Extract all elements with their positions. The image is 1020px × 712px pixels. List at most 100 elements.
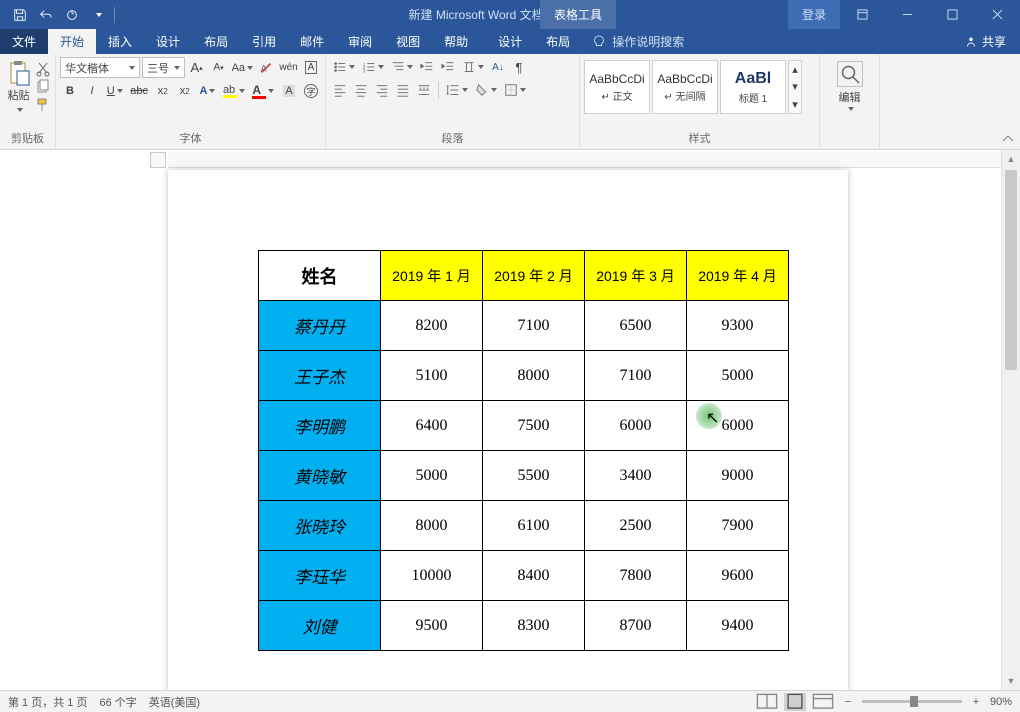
cell-value[interactable]: 6000 <box>585 401 687 451</box>
cell-name[interactable]: 李明鹏 <box>259 401 381 451</box>
bold-button[interactable]: B <box>60 81 80 101</box>
qat-dropdown-icon[interactable] <box>86 3 110 27</box>
tell-me-search[interactable]: 操作说明搜索 <box>582 29 694 54</box>
align-right-icon[interactable] <box>372 80 392 100</box>
vertical-scrollbar[interactable]: ▲ ▼ <box>1001 150 1020 690</box>
cell-value[interactable]: 6400 <box>381 401 483 451</box>
cell-value[interactable]: 8000 <box>381 501 483 551</box>
cell-name[interactable]: 黄晓敏 <box>259 451 381 501</box>
header-month[interactable]: 2019 年 1 月 <box>381 251 483 301</box>
cell-value[interactable]: 6500 <box>585 301 687 351</box>
tab-selector[interactable] <box>150 152 166 168</box>
cell-value[interactable]: 8400 <box>483 551 585 601</box>
horizontal-ruler[interactable] <box>168 152 1001 168</box>
tab-insert[interactable]: 插入 <box>96 29 144 54</box>
table-row[interactable]: 蔡丹丹8200710065009300 <box>259 301 789 351</box>
increase-indent-icon[interactable] <box>438 57 458 77</box>
cell-value[interactable]: 9600 <box>687 551 789 601</box>
data-table[interactable]: 姓名2019 年 1 月2019 年 2 月2019 年 3 月2019 年 4… <box>258 250 789 651</box>
cell-value[interactable]: 8200 <box>381 301 483 351</box>
decrease-indent-icon[interactable] <box>417 57 437 77</box>
cell-value[interactable]: 5000 <box>381 451 483 501</box>
font-name-combo[interactable]: 华文楷体 <box>60 57 140 78</box>
cell-value[interactable]: 2500 <box>585 501 687 551</box>
find-icon[interactable] <box>837 61 863 87</box>
table-row[interactable]: 李明鹏6400750060006000 <box>259 401 789 451</box>
align-justify-icon[interactable] <box>393 80 413 100</box>
cell-value[interactable]: 7100 <box>585 351 687 401</box>
scroll-up-icon[interactable]: ▴ <box>789 61 801 78</box>
char-shading-icon[interactable]: A <box>279 81 299 101</box>
clear-format-icon[interactable]: A <box>256 58 276 78</box>
cell-value[interactable]: 8000 <box>483 351 585 401</box>
ribbon-options-icon[interactable] <box>840 0 885 29</box>
language-indicator[interactable]: 英语(美国) <box>149 694 200 710</box>
read-mode-icon[interactable] <box>756 693 778 711</box>
cell-value[interactable]: 9500 <box>381 601 483 651</box>
style-heading1[interactable]: AaBl标题 1 <box>720 60 786 114</box>
styles-scroll[interactable]: ▴▾▾ <box>788 60 802 114</box>
cell-value[interactable]: 9300 <box>687 301 789 351</box>
text-direction-icon[interactable] <box>459 57 487 77</box>
header-month[interactable]: 2019 年 2 月 <box>483 251 585 301</box>
bullets-icon[interactable] <box>330 57 358 77</box>
tab-home[interactable]: 开始 <box>48 29 96 54</box>
line-spacing-icon[interactable] <box>443 80 471 100</box>
document-area[interactable]: 姓名2019 年 1 月2019 年 2 月2019 年 3 月2019 年 4… <box>0 150 1001 690</box>
minimize-icon[interactable] <box>885 0 930 29</box>
cell-value[interactable]: 5000 <box>687 351 789 401</box>
header-name[interactable]: 姓名 <box>259 251 381 301</box>
font-color-icon[interactable]: A <box>250 81 277 101</box>
login-button[interactable]: 登录 <box>788 0 840 29</box>
cell-value[interactable]: 9000 <box>687 451 789 501</box>
strike-button[interactable]: abc <box>128 81 151 101</box>
close-icon[interactable] <box>975 0 1020 29</box>
zoom-level[interactable]: 90% <box>990 696 1012 708</box>
format-painter-icon[interactable] <box>35 97 51 113</box>
zoom-in-button[interactable]: + <box>968 696 984 708</box>
editing-dropdown-icon[interactable] <box>848 107 854 111</box>
highlight-icon[interactable]: ab <box>220 81 247 101</box>
subscript-button[interactable]: x2 <box>153 81 173 101</box>
tab-table-layout[interactable]: 布局 <box>534 29 582 54</box>
page-indicator[interactable]: 第 1 页，共 1 页 <box>8 694 87 710</box>
header-month[interactable]: 2019 年 3 月 <box>585 251 687 301</box>
cell-value[interactable]: 7900 <box>687 501 789 551</box>
cell-name[interactable]: 蔡丹丹 <box>259 301 381 351</box>
cell-value[interactable]: 5100 <box>381 351 483 401</box>
font-size-combo[interactable]: 三号 <box>142 57 185 78</box>
cell-value[interactable]: 5500 <box>483 451 585 501</box>
style-no-spacing[interactable]: AaBbCcDi↵ 无间隔 <box>652 60 718 114</box>
zoom-slider[interactable] <box>862 700 962 703</box>
phonetic-guide-icon[interactable]: wén <box>278 58 299 78</box>
cell-value[interactable]: 8300 <box>483 601 585 651</box>
expand-gallery-icon[interactable]: ▾ <box>789 96 801 113</box>
multilevel-list-icon[interactable] <box>388 57 416 77</box>
cell-value[interactable]: 7500 <box>483 401 585 451</box>
collapse-ribbon-icon[interactable] <box>1000 131 1016 147</box>
web-layout-icon[interactable] <box>812 693 834 711</box>
header-month[interactable]: 2019 年 4 月 <box>687 251 789 301</box>
cut-icon[interactable] <box>35 61 51 77</box>
share-button[interactable]: 共享 <box>950 29 1020 54</box>
table-row[interactable]: 王子杰5100800071005000 <box>259 351 789 401</box>
tab-design[interactable]: 设计 <box>144 29 192 54</box>
tab-references[interactable]: 引用 <box>240 29 288 54</box>
cell-value[interactable]: 3400 <box>585 451 687 501</box>
distribute-icon[interactable] <box>414 80 434 100</box>
table-row[interactable]: 李珏华10000840078009600 <box>259 551 789 601</box>
cell-name[interactable]: 李珏华 <box>259 551 381 601</box>
style-normal[interactable]: AaBbCcDi↵ 正文 <box>584 60 650 114</box>
show-marks-icon[interactable]: ¶ <box>509 57 529 77</box>
maximize-icon[interactable] <box>930 0 975 29</box>
paste-button[interactable]: 粘贴 <box>4 57 33 115</box>
tab-file[interactable]: 文件 <box>0 29 48 54</box>
print-layout-icon[interactable] <box>784 693 806 711</box>
borders-icon[interactable] <box>501 80 529 100</box>
cell-value[interactable]: 9400 <box>687 601 789 651</box>
zoom-knob[interactable] <box>910 696 918 707</box>
scroll-thumb[interactable] <box>1005 170 1017 370</box>
copy-icon[interactable] <box>35 79 51 95</box>
zoom-out-button[interactable]: − <box>840 696 856 708</box>
shrink-font-icon[interactable]: A▾ <box>209 58 229 78</box>
